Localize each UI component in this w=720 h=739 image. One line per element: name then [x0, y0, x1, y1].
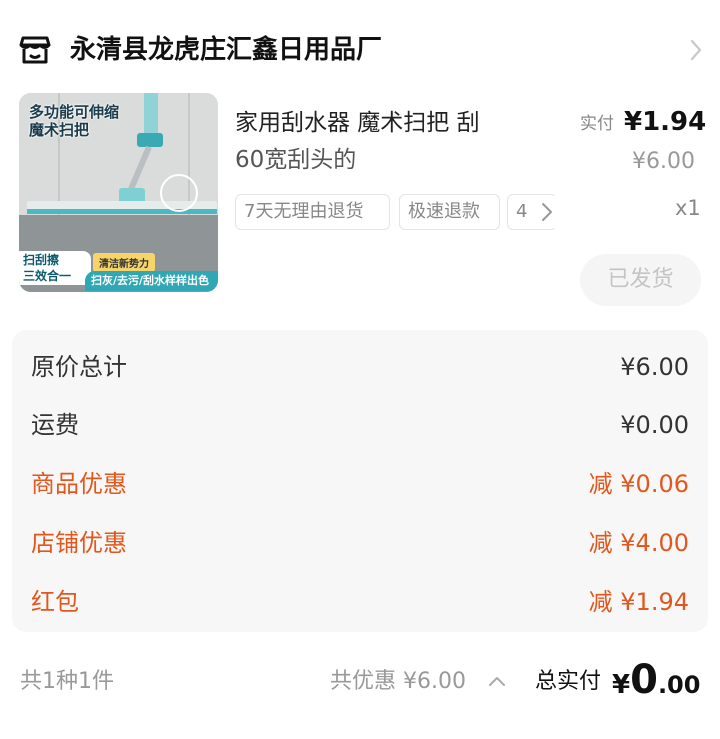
- item-count: 共1种1件: [20, 669, 114, 694]
- chevron-right-icon[interactable]: [537, 196, 559, 228]
- cost-row-red-packet: 红包 减 ¥1.94: [12, 582, 708, 622]
- shop-header[interactable]: 永清县龙虎庄汇鑫日用品厂: [0, 0, 720, 92]
- chevron-right-icon[interactable]: [688, 38, 704, 62]
- price-actual: ¥1.94: [624, 107, 707, 137]
- red-packet-value: 减 ¥1.94: [588, 588, 689, 616]
- total-integer: 0: [630, 657, 658, 703]
- red-packet-label: 红包: [31, 588, 79, 616]
- total-decimal: .00: [657, 671, 701, 699]
- product-image[interactable]: 多功能可伸缩 魔术扫把 扫刮擦 三效合一 清洁新势力 扫灰/去污/刮水样样出色: [19, 93, 218, 292]
- product-title-line2[interactable]: 60宽刮头的: [235, 144, 356, 176]
- product-title-line1[interactable]: 家用刮水器 魔术扫把 刮: [235, 107, 547, 139]
- total-paid-value: ¥0.00: [612, 655, 700, 710]
- image-strip: 扫灰/去污/刮水样样出色: [85, 271, 218, 291]
- chevron-up-icon[interactable]: [486, 672, 508, 690]
- image-badge-line2: 三效合一: [23, 269, 72, 283]
- discount-total-toggle[interactable]: 共优惠 ¥6.00: [330, 665, 466, 699]
- service-tag-refund[interactable]: 极速退款: [399, 194, 500, 230]
- price-actual-label: 实付: [580, 114, 614, 134]
- shipped-status-button[interactable]: 已发货: [580, 254, 701, 306]
- shop-discount-value: 减 ¥4.00: [588, 529, 689, 557]
- cost-breakdown-panel: 原价总计 ¥6.00 运费 ¥0.00 商品优惠 减 ¥0.06 店铺优惠 减 …: [12, 330, 708, 632]
- image-title: 多功能可伸缩 魔术扫把: [29, 103, 119, 139]
- cost-row-product-discount: 商品优惠 减 ¥0.06: [12, 464, 708, 504]
- image-title-line2: 魔术扫把: [29, 121, 90, 139]
- shop-icon: [18, 32, 52, 66]
- order-summary-footer: 共1种1件 共优惠 ¥6.00 总实付 ¥0.00: [0, 650, 720, 720]
- quantity: x1: [675, 196, 701, 220]
- original-total-label: 原价总计: [31, 353, 127, 381]
- image-badge-line1: 扫刮擦: [23, 253, 60, 267]
- shipping-label: 运费: [31, 411, 79, 439]
- total-currency: ¥: [612, 670, 631, 700]
- total-paid-label: 总实付: [535, 669, 602, 694]
- cost-row-original-total: 原价总计 ¥6.00: [12, 347, 708, 387]
- shop-name[interactable]: 永清县龙虎庄汇鑫日用品厂: [70, 32, 382, 68]
- product-discount-value: 减 ¥0.06: [588, 470, 689, 498]
- service-tag-return[interactable]: 7天无理由退货: [235, 194, 390, 230]
- image-badge: 扫刮擦 三效合一: [19, 251, 91, 285]
- product-discount-label: 商品优惠: [31, 470, 127, 498]
- image-tag: 清洁新势力: [93, 253, 155, 272]
- shipping-value: ¥0.00: [620, 411, 689, 439]
- shop-discount-label: 店铺优惠: [31, 529, 127, 557]
- original-total-value: ¥6.00: [620, 353, 689, 381]
- cost-row-shipping: 运费 ¥0.00: [12, 405, 708, 445]
- price-original: ¥6.00: [632, 149, 695, 174]
- image-title-line1: 多功能可伸缩: [29, 103, 120, 121]
- cost-row-shop-discount: 店铺优惠 减 ¥4.00: [12, 523, 708, 563]
